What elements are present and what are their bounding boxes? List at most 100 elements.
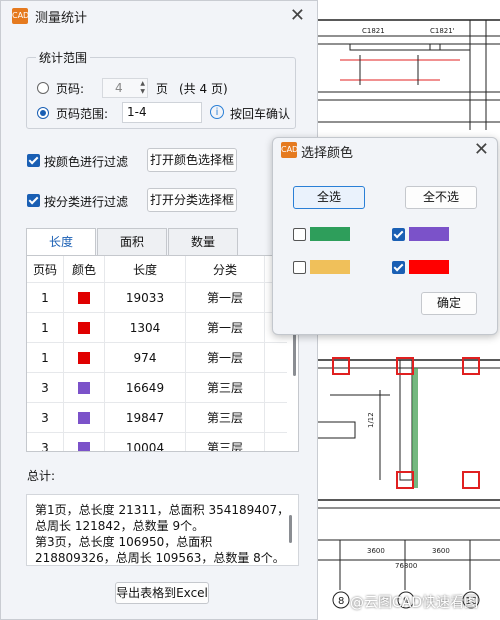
color-swatch-green (310, 227, 350, 241)
page-radio[interactable] (37, 82, 49, 94)
color-swatch-purple (409, 227, 449, 241)
page-range-label: 页码范围: (56, 107, 109, 121)
table-row[interactable]: 3 16649 第三层 (27, 372, 287, 403)
summary-text-box[interactable]: 第1页，总长度 21311，总面积 354189407， 总周长 121842，… (26, 494, 299, 566)
column-header-category[interactable]: 分类 (185, 256, 265, 283)
summary-line: 总周长 121842，总数量 9个。 (35, 519, 205, 533)
ok-button[interactable]: 确定 (421, 292, 477, 315)
color-swatch-yellow (310, 260, 350, 274)
tab-area[interactable]: 面积 (97, 228, 167, 256)
stats-range-title: 统计范围 (36, 49, 91, 66)
page-stepper[interactable]: 4 ▲ ▼ (102, 78, 148, 98)
open-category-picker-button[interactable]: 打开分类选择框 (147, 188, 237, 212)
cad-label: 1/12 (367, 412, 375, 428)
cell-page: 3 (27, 402, 64, 433)
cad-axis-label: 8 (338, 596, 344, 607)
color-swatch (78, 442, 90, 451)
cell-color (63, 312, 105, 343)
cell-category: 第一层 (185, 312, 265, 343)
cell-category: 第一层 (185, 342, 265, 373)
color-swatch-red (409, 260, 449, 274)
color-filter-checkbox[interactable] (27, 154, 40, 167)
color-checkbox-purple[interactable] (392, 228, 405, 241)
page-value: 4 (115, 81, 123, 95)
cell-color (63, 342, 105, 373)
watermark-text: @云图CAD快速看图 (350, 595, 479, 611)
color-swatch (78, 412, 90, 424)
results-table-container[interactable]: 页码 颜色 长度 分类 1 19033 第一层 1 1304 第一层 1 974 第一层 3 166… (26, 255, 299, 452)
column-header-page[interactable]: 页码 (27, 256, 64, 283)
cell-length: 16649 (104, 372, 186, 403)
table-row[interactable]: 3 19847 第三层 (27, 402, 287, 433)
cell-length: 1304 (104, 312, 186, 343)
cad-label: 76800 (395, 562, 417, 570)
cad-label: 3600 (367, 547, 385, 555)
cell-color (63, 282, 105, 313)
summary-label: 总计: (27, 469, 56, 483)
cell-length: 10004 (104, 432, 186, 451)
cell-page: 3 (27, 372, 64, 403)
open-color-picker-button[interactable]: 打开颜色选择框 (147, 148, 237, 172)
color-filter-label: 按颜色进行过滤 (44, 155, 129, 169)
cell-length: 19847 (104, 402, 186, 433)
app-logo-icon: CAD (12, 8, 29, 24)
tab-count[interactable]: 数量 (168, 228, 238, 256)
cell-color (63, 432, 105, 451)
column-header-color[interactable]: 颜色 (63, 256, 105, 283)
table-header-row: 页码 颜色 长度 分类 (27, 256, 287, 283)
page-total: (共 4 页) (179, 82, 228, 96)
category-filter-checkbox[interactable] (27, 194, 40, 207)
color-picker-dialog: CAD 选择颜色 ✕ 全选 全不选 确定 (272, 137, 498, 335)
cell-length: 974 (104, 342, 186, 373)
titlebar[interactable]: CAD 测量统计 ✕ (1, 1, 317, 31)
table-row[interactable]: 1 974 第一层 (27, 342, 287, 373)
table-row[interactable]: 1 1304 第一层 (27, 312, 287, 343)
cell-page: 3 (27, 432, 64, 451)
page-label: 页码: (56, 82, 85, 96)
close-icon[interactable]: ✕ (290, 5, 305, 26)
results-table: 页码 颜色 长度 分类 1 19033 第一层 1 1304 第一层 1 974 第一层 3 166… (27, 256, 287, 451)
cad-label: 3600 (432, 547, 450, 555)
select-all-button[interactable]: 全选 (293, 186, 365, 209)
column-header-length[interactable]: 长度 (104, 256, 186, 283)
enter-hint: 按回车确认 (230, 107, 291, 121)
cell-color (63, 402, 105, 433)
color-swatch (78, 352, 90, 364)
app-logo-icon: CAD (281, 142, 298, 158)
color-checkbox-yellow[interactable] (293, 261, 306, 274)
info-icon: i (210, 105, 224, 119)
cell-page: 1 (27, 282, 64, 313)
page-range-radio[interactable] (37, 107, 49, 119)
cell-category: 第三层 (185, 432, 265, 451)
summary-line: 第3页，总长度 106950，总面积 (35, 535, 213, 549)
table-row[interactable]: 1 19033 第一层 (27, 282, 287, 313)
summary-line: 218809326，总周长 109563，总数量 8个。 (35, 551, 285, 565)
cell-length: 19033 (104, 282, 186, 313)
cell-page: 1 (27, 312, 64, 343)
dialog-title: 测量统计 (35, 11, 88, 26)
color-checkbox-green[interactable] (293, 228, 306, 241)
cell-page: 1 (27, 342, 64, 373)
stepper-arrows-icon[interactable]: ▲ ▼ (140, 80, 145, 96)
color-swatch (78, 322, 90, 334)
color-dialog-title: 选择颜色 (301, 146, 354, 161)
cell-category: 第三层 (185, 402, 265, 433)
page-range-input[interactable]: 1-4 (122, 102, 202, 123)
cell-color (63, 372, 105, 403)
summary-scrollbar[interactable] (289, 515, 292, 543)
export-excel-button[interactable]: 导出表格到Excel (115, 582, 209, 604)
color-swatch (78, 292, 90, 304)
cad-label: C1821' (430, 27, 455, 35)
close-icon[interactable]: ✕ (474, 139, 489, 160)
cell-category: 第三层 (185, 372, 265, 403)
cell-category: 第一层 (185, 282, 265, 313)
tab-length[interactable]: 长度 (26, 228, 96, 256)
summary-line: 第1页，总长度 21311，总面积 354189407， (35, 503, 290, 517)
table-row[interactable]: 3 10004 第三层 (27, 432, 287, 451)
measure-stats-dialog: CAD 测量统计 ✕ 统计范围 页码: 4 ▲ ▼ 页 (共 4 页) 页码范围:… (0, 0, 318, 620)
category-filter-label: 按分类进行过滤 (44, 195, 129, 209)
color-checkbox-red[interactable] (392, 261, 405, 274)
page-unit: 页 (156, 82, 169, 96)
select-none-button[interactable]: 全不选 (405, 186, 477, 209)
cad-label: C1821 (362, 27, 385, 35)
